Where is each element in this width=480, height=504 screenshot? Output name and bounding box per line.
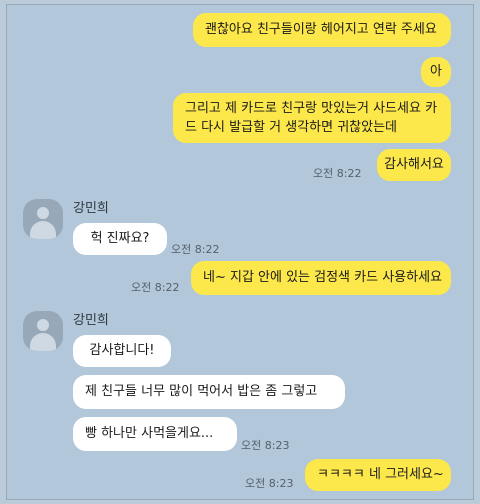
sender-name: 강민희 xyxy=(73,201,109,216)
message-text: ㅋㅋㅋㅋ 네 그러세요~ xyxy=(317,467,444,482)
message-text: 빵 하나만 사먹을게요... xyxy=(85,426,214,441)
sender-name: 강민희 xyxy=(73,313,109,328)
my-message-bubble[interactable]: 아 xyxy=(421,57,451,87)
message-text: 감사해서요 xyxy=(384,157,444,172)
their-message-bubble[interactable]: 빵 하나만 사먹을게요... xyxy=(73,417,237,451)
my-message-bubble[interactable]: 그리고 제 카드로 친구랑 맛있는거 사드세요 카 드 다시 발급할 거 생각하… xyxy=(173,93,451,143)
my-message-bubble[interactable]: 네~ 지갑 안에 있는 검정색 카드 사용하세요 xyxy=(191,261,451,295)
timestamp: 오전 8:23 xyxy=(241,439,290,452)
their-message-bubble[interactable]: 감사합니다! xyxy=(73,335,171,367)
my-message-bubble[interactable]: ㅋㅋㅋㅋ 네 그러세요~ xyxy=(305,459,451,491)
message-text: 헉 진짜요? xyxy=(90,231,150,246)
chat-background: 괜찮아요 친구들이랑 헤어지고 연락 주세요 아 그리고 제 카드로 친구랑 맛… xyxy=(6,4,474,500)
message-text: 네~ 지갑 안에 있는 검정색 카드 사용하세요 xyxy=(203,270,443,285)
profile-avatar-icon[interactable] xyxy=(23,199,63,239)
message-text-line: 드 다시 발급할 거 생각하면 귀찮았는데 xyxy=(185,120,398,135)
message-text: 제 친구들 너무 많이 먹어서 밥은 좀 그렇고 xyxy=(85,384,318,399)
message-text: 감사합니다! xyxy=(89,343,155,358)
their-message-bubble[interactable]: 헉 진짜요? xyxy=(73,223,167,255)
timestamp: 오전 8:23 xyxy=(245,477,294,490)
profile-avatar-icon[interactable] xyxy=(23,311,63,351)
my-message-bubble[interactable]: 감사해서요 xyxy=(377,149,451,181)
message-text: 괜찮아요 친구들이랑 헤어지고 연락 주세요 xyxy=(205,22,437,37)
my-message-bubble[interactable]: 괜찮아요 친구들이랑 헤어지고 연락 주세요 xyxy=(193,13,451,47)
timestamp: 오전 8:22 xyxy=(171,243,220,256)
their-message-bubble[interactable]: 제 친구들 너무 많이 먹어서 밥은 좀 그렇고 xyxy=(73,375,345,409)
timestamp: 오전 8:22 xyxy=(131,281,180,294)
message-text: 아 xyxy=(430,64,442,79)
timestamp: 오전 8:22 xyxy=(313,167,362,180)
message-text-line: 그리고 제 카드로 친구랑 맛있는거 사드세요 카 xyxy=(185,101,438,116)
